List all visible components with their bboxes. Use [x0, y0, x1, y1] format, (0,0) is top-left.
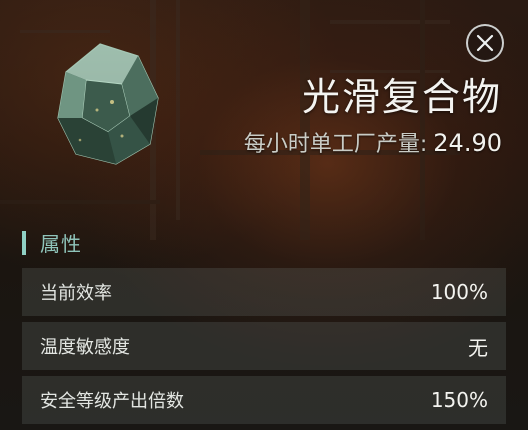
attributes-title: 属性	[40, 232, 82, 256]
attribute-value: 无	[468, 335, 488, 360]
production-rate: 每小时单工厂产量: 24.90	[244, 126, 502, 158]
attributes-table: 当前效率 100% 温度敏感度 无 安全等级产出倍数 150%	[22, 268, 506, 430]
attribute-row-temperature-sensitivity: 温度敏感度 无	[22, 322, 506, 370]
attribute-label: 温度敏感度	[40, 337, 130, 358]
green-crystal-gem-icon	[57, 43, 159, 165]
attribute-label: 安全等级产出倍数	[40, 391, 184, 412]
production-rate-label: 每小时单工厂产量:	[243, 132, 428, 157]
production-rate-value: 24.90	[433, 129, 502, 157]
attribute-value: 150%	[430, 388, 488, 412]
attributes-section-header: 属性	[22, 228, 82, 257]
attribute-value: 100%	[430, 280, 488, 304]
attribute-label: 当前效率	[40, 283, 112, 304]
close-button[interactable]	[466, 24, 504, 62]
attribute-row-security-multiplier: 安全等级产出倍数 150%	[22, 376, 506, 424]
section-accent-bar	[22, 230, 26, 255]
item-title: 光滑复合物	[301, 75, 502, 119]
attribute-row-efficiency: 当前效率 100%	[22, 268, 506, 316]
close-icon	[476, 34, 494, 52]
